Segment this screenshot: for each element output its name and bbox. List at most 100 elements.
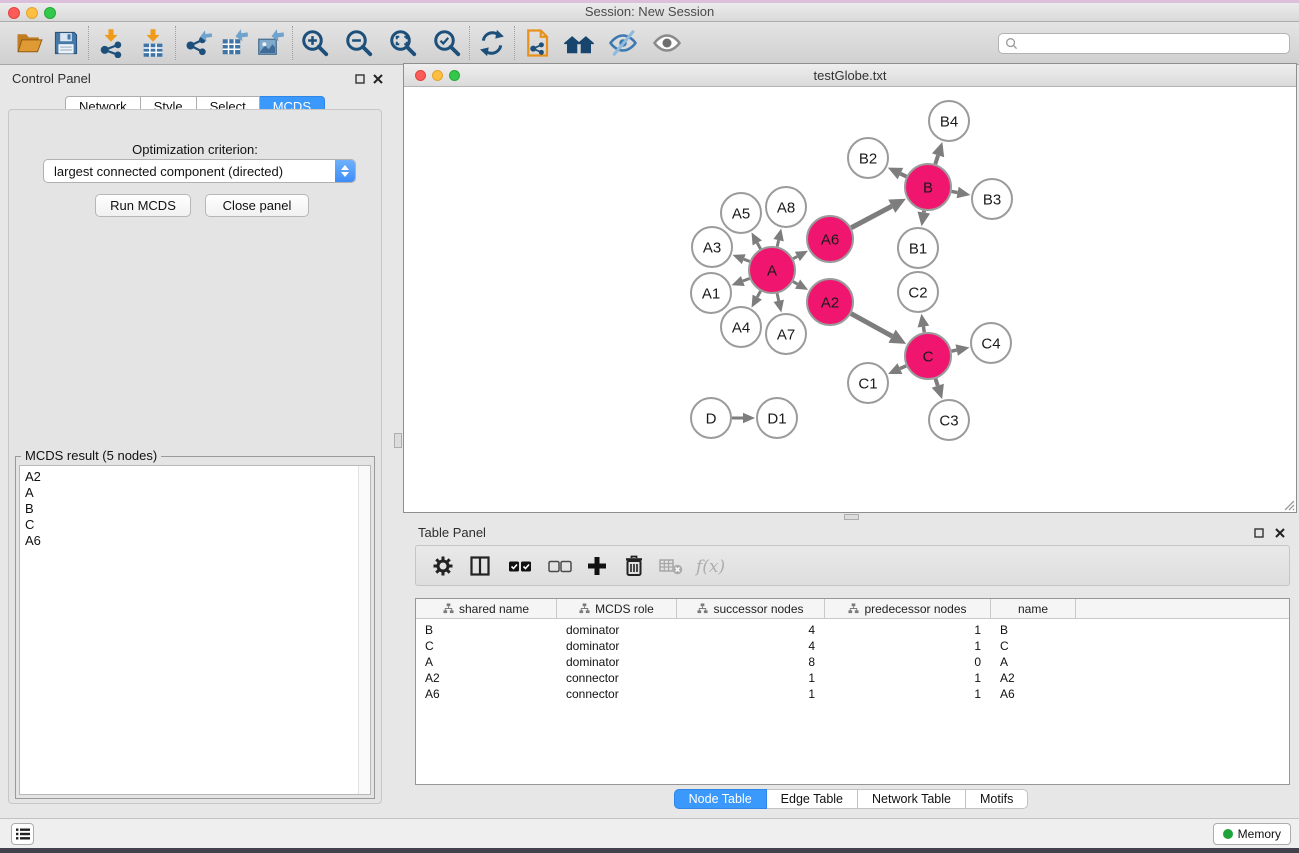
select-all-button[interactable] — [505, 551, 535, 581]
table-cell[interactable]: B — [991, 623, 1076, 637]
toolbar-separator — [514, 26, 515, 60]
table-row[interactable]: Cdominator41C — [416, 638, 1289, 654]
open-folder-icon — [15, 28, 45, 58]
export-network-button[interactable] — [180, 25, 216, 61]
deselect-all-button[interactable] — [545, 551, 575, 581]
zoom-out-button[interactable] — [341, 25, 377, 61]
table-cell[interactable]: B — [416, 623, 557, 637]
checked-boxes-icon — [507, 554, 533, 578]
mcds-result-item[interactable]: A — [20, 485, 370, 501]
table-cell[interactable]: 8 — [677, 655, 825, 669]
table-cell[interactable]: A — [416, 655, 557, 669]
vertical-splitter-grip[interactable] — [394, 433, 402, 448]
close-panel-action-button[interactable]: Close panel — [205, 194, 309, 217]
zoom-in-button[interactable] — [297, 25, 333, 61]
table-cell[interactable]: 1 — [825, 687, 991, 701]
tab-motifs[interactable]: Motifs — [966, 789, 1028, 809]
table-settings-button[interactable] — [428, 551, 458, 581]
refresh-layout-button[interactable] — [474, 25, 510, 61]
export-image-button[interactable] — [252, 25, 288, 61]
column-header-mcds-role[interactable]: MCDS role — [557, 599, 677, 618]
export-table-button[interactable] — [216, 25, 252, 61]
column-header-predecessor-nodes[interactable]: predecessor nodes — [825, 599, 991, 618]
close-table-panel-button[interactable] — [1273, 526, 1286, 539]
run-mcds-button[interactable]: Run MCDS — [95, 194, 191, 217]
function-builder-button[interactable]: f(x) — [693, 551, 733, 581]
table-cell[interactable]: 1 — [825, 623, 991, 637]
edge-arrowhead — [774, 300, 784, 313]
table-cell[interactable]: 4 — [677, 623, 825, 637]
search-input[interactable] — [1018, 35, 1289, 52]
import-table-button[interactable] — [135, 25, 171, 61]
table-cell[interactable]: dominator — [557, 639, 677, 653]
mcds-result-item[interactable]: A6 — [20, 533, 370, 549]
column-header-name[interactable]: name — [991, 599, 1076, 618]
shared-column-icon — [848, 603, 859, 614]
search-box[interactable] — [998, 33, 1290, 54]
edge-arrowhead — [773, 228, 783, 241]
save-session-button[interactable] — [48, 25, 84, 61]
delete-table-button[interactable] — [656, 551, 686, 581]
home-button[interactable] — [561, 25, 597, 61]
criterion-dropdown[interactable]: largest connected component (directed) — [43, 159, 356, 183]
table-cell[interactable]: 0 — [825, 655, 991, 669]
edge-A-A3 — [744, 259, 750, 261]
table-row[interactable]: Adominator80A — [416, 654, 1289, 670]
mcds-result-item[interactable]: C — [20, 517, 370, 533]
table-cell[interactable]: C — [991, 639, 1076, 653]
tab-edge-table[interactable]: Edge Table — [767, 789, 858, 809]
import-network-button[interactable] — [93, 25, 129, 61]
tab-node-table[interactable]: Node Table — [674, 789, 767, 809]
task-history-button[interactable] — [11, 823, 34, 845]
network-graph[interactable]: B4B2BB3A8A5A6A3B1AC2A1A2A4A7C4CC1DD1C3 — [404, 87, 1296, 512]
table-cell[interactable]: dominator — [557, 655, 677, 669]
close-panel-button[interactable] — [371, 72, 384, 85]
table-cell[interactable]: connector — [557, 687, 677, 701]
table-cell[interactable]: A6 — [991, 687, 1076, 701]
table-cell[interactable]: C — [416, 639, 557, 653]
result-scrollbar[interactable] — [358, 466, 370, 794]
table-cell[interactable]: A2 — [991, 671, 1076, 685]
memory-button[interactable]: Memory — [1213, 823, 1291, 845]
table-row[interactable]: Bdominator41B — [416, 622, 1289, 638]
network-file-icon — [522, 28, 552, 58]
graph-node-label: A1 — [702, 285, 720, 302]
tab-network-table[interactable]: Network Table — [858, 789, 966, 809]
zoom-fit-button[interactable] — [385, 25, 421, 61]
mcds-result-title: MCDS result (5 nodes) — [21, 448, 161, 463]
resize-grip-icon[interactable] — [1281, 497, 1295, 511]
network-file-button[interactable] — [519, 25, 555, 61]
mcds-result-item[interactable]: A2 — [20, 469, 370, 485]
table-toolbar: f(x) — [415, 545, 1290, 586]
table-cell[interactable]: dominator — [557, 623, 677, 637]
graph-node-label: B1 — [909, 240, 927, 257]
delete-column-button[interactable] — [619, 551, 649, 581]
table-cell[interactable]: 1 — [677, 671, 825, 685]
split-view-button[interactable] — [465, 551, 495, 581]
float-table-panel-button[interactable] — [1252, 526, 1265, 539]
table-row[interactable]: A6connector11A6 — [416, 686, 1289, 702]
table-cell[interactable]: A2 — [416, 671, 557, 685]
table-cell[interactable]: 1 — [825, 639, 991, 653]
table-cell[interactable]: 4 — [677, 639, 825, 653]
column-header-shared-name[interactable]: shared name — [416, 599, 557, 618]
open-session-button[interactable] — [12, 25, 48, 61]
float-panel-button[interactable] — [353, 72, 366, 85]
edge-C-C4 — [952, 350, 957, 351]
graph-node-label: B3 — [983, 191, 1001, 208]
table-cell[interactable]: 1 — [677, 687, 825, 701]
table-row[interactable]: A2connector11A2 — [416, 670, 1289, 686]
table-cell[interactable]: A6 — [416, 687, 557, 701]
show-graphics-details-button[interactable] — [649, 25, 685, 61]
column-header-successor-nodes[interactable]: successor nodes — [677, 599, 825, 618]
table-panel-title: Table Panel — [418, 525, 486, 540]
table-cell[interactable]: connector — [557, 671, 677, 685]
hide-graphics-details-button[interactable] — [605, 25, 641, 61]
table-cell[interactable]: 1 — [825, 671, 991, 685]
search-icon — [1005, 37, 1018, 50]
zoom-selected-button[interactable] — [429, 25, 465, 61]
window-title: Session: New Session — [0, 4, 1299, 19]
mcds-result-item[interactable]: B — [20, 501, 370, 517]
add-column-button[interactable] — [582, 551, 612, 581]
table-cell[interactable]: A — [991, 655, 1076, 669]
